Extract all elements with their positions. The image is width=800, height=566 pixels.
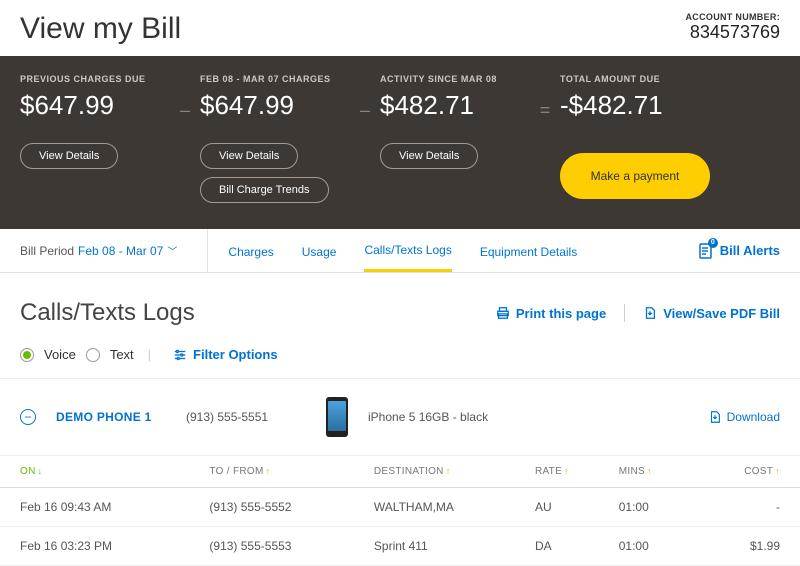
filter-row: Voice Text | Filter Options xyxy=(0,337,800,379)
view-details-button[interactable]: View Details xyxy=(20,143,118,169)
filter-options-label: Filter Options xyxy=(193,347,278,362)
cell-mins: 01:00 xyxy=(611,527,693,566)
separator-minus: – xyxy=(358,100,372,121)
voice-radio[interactable] xyxy=(20,348,34,362)
phone-image-icon xyxy=(326,397,348,437)
col-destination[interactable]: DESTINATION↑ xyxy=(366,456,527,488)
tab-equipment-details[interactable]: Equipment Details xyxy=(480,231,577,271)
sort-up-icon: ↑ xyxy=(775,466,780,476)
view-details-button[interactable]: View Details xyxy=(200,143,298,169)
divider xyxy=(207,229,208,273)
chevron-down-icon[interactable]: ﹀ xyxy=(167,243,177,258)
cell-cost: - xyxy=(693,488,800,527)
document-alert-icon: 0 xyxy=(698,242,714,260)
collapse-icon[interactable]: − xyxy=(20,409,36,425)
summary-label: PREVIOUS CHARGES DUE xyxy=(20,74,170,84)
summary-label: FEB 08 - MAR 07 CHARGES xyxy=(200,74,350,84)
filter-options-link[interactable]: Filter Options xyxy=(173,347,278,362)
device-row: − DEMO PHONE 1 (913) 555-5551 iPhone 5 1… xyxy=(0,379,800,456)
separator-equals: = xyxy=(538,100,552,121)
col-mins[interactable]: MINS↑ xyxy=(611,456,693,488)
col-to-from[interactable]: TO / FROM↑ xyxy=(201,456,366,488)
account-number-label: ACCOUNT NUMBER: xyxy=(686,12,781,22)
tab-charges[interactable]: Charges xyxy=(228,231,273,271)
col-rate[interactable]: RATE↑ xyxy=(527,456,611,488)
bill-alerts-label: Bill Alerts xyxy=(720,243,780,258)
summary-activity: ACTIVITY SINCE MAR 08 $482.71 View Detai… xyxy=(380,74,530,177)
print-label: Print this page xyxy=(516,306,606,321)
call-log-table: ON↓ TO / FROM↑ DESTINATION↑ RATE↑ MINS↑ … xyxy=(0,456,800,566)
bill-summary: PREVIOUS CHARGES DUE $647.99 View Detail… xyxy=(0,56,800,229)
summary-amount: $647.99 xyxy=(20,90,170,121)
sort-up-icon: ↑ xyxy=(564,466,569,476)
account-block: ACCOUNT NUMBER: 834573769 xyxy=(686,12,781,43)
cell-on: Feb 16 09:43 AM xyxy=(0,488,201,527)
pdf-label: View/Save PDF Bill xyxy=(663,306,780,321)
sort-up-icon: ↑ xyxy=(266,466,271,476)
device-model: iPhone 5 16GB - black xyxy=(368,410,688,424)
view-details-button[interactable]: View Details xyxy=(380,143,478,169)
col-on[interactable]: ON↓ xyxy=(0,456,201,488)
page-title: View my Bill xyxy=(20,12,181,46)
account-number: 834573769 xyxy=(686,22,781,43)
print-page-link[interactable]: Print this page xyxy=(496,306,606,321)
voice-label: Voice xyxy=(44,347,76,362)
download-link[interactable]: Download xyxy=(708,410,780,424)
cell-tofrom: (913) 555-5553 xyxy=(201,527,366,566)
sort-up-icon: ↑ xyxy=(446,466,451,476)
section-title: Calls/Texts Logs xyxy=(20,299,195,327)
sort-up-icon: ↑ xyxy=(647,466,652,476)
make-payment-button[interactable]: Make a payment xyxy=(560,153,710,199)
print-icon xyxy=(496,306,510,320)
bill-period-value[interactable]: Feb 08 - Mar 07 xyxy=(78,244,163,258)
tab-usage[interactable]: Usage xyxy=(302,231,337,271)
download-label: Download xyxy=(727,410,780,424)
cell-rate: DA xyxy=(527,527,611,566)
summary-amount: $647.99 xyxy=(200,90,350,121)
col-cost[interactable]: COST↑ xyxy=(693,456,800,488)
cell-tofrom: (913) 555-5552 xyxy=(201,488,366,527)
alert-badge: 0 xyxy=(708,238,718,248)
sort-down-icon: ↓ xyxy=(38,466,43,476)
table-row: Feb 16 03:23 PM(913) 555-5553Sprint 411D… xyxy=(0,527,800,566)
cell-on: Feb 16 03:23 PM xyxy=(0,527,201,566)
cell-dest: Sprint 411 xyxy=(366,527,527,566)
cell-rate: AU xyxy=(527,488,611,527)
section-header: Calls/Texts Logs Print this page View/Sa… xyxy=(0,273,800,337)
summary-label: TOTAL AMOUNT DUE xyxy=(560,74,710,84)
bill-alerts-link[interactable]: 0 Bill Alerts xyxy=(698,242,780,260)
summary-amount: $482.71 xyxy=(380,90,530,121)
view-save-pdf-link[interactable]: View/Save PDF Bill xyxy=(643,306,780,321)
bill-charge-trends-button[interactable]: Bill Charge Trends xyxy=(200,177,329,203)
summary-total-due: TOTAL AMOUNT DUE -$482.71 Make a payment xyxy=(560,74,710,199)
tab-calls-texts-logs[interactable]: Calls/Texts Logs xyxy=(364,229,451,272)
cell-mins: 01:00 xyxy=(611,488,693,527)
download-icon xyxy=(708,410,722,424)
separator-minus: – xyxy=(178,100,192,121)
divider: | xyxy=(148,347,151,362)
summary-previous-charges: PREVIOUS CHARGES DUE $647.99 View Detail… xyxy=(20,74,170,177)
device-phone-number: (913) 555-5551 xyxy=(186,410,306,424)
cell-dest: WALTHAM,MA xyxy=(366,488,527,527)
text-radio[interactable] xyxy=(86,348,100,362)
summary-period-charges: FEB 08 - MAR 07 CHARGES $647.99 View Det… xyxy=(200,74,350,211)
summary-amount: -$482.71 xyxy=(560,90,710,121)
cell-cost: $1.99 xyxy=(693,527,800,566)
device-name[interactable]: DEMO PHONE 1 xyxy=(56,410,166,424)
summary-label: ACTIVITY SINCE MAR 08 xyxy=(380,74,530,84)
divider xyxy=(624,304,625,322)
filter-icon xyxy=(173,348,187,362)
bill-period-label: Bill Period xyxy=(20,244,74,258)
text-label: Text xyxy=(110,347,134,362)
table-row: Feb 16 09:43 AM(913) 555-5552WALTHAM,MAA… xyxy=(0,488,800,527)
tab-bar: Bill Period Feb 08 - Mar 07 ﹀ Charges Us… xyxy=(0,229,800,273)
pdf-icon xyxy=(643,306,657,320)
